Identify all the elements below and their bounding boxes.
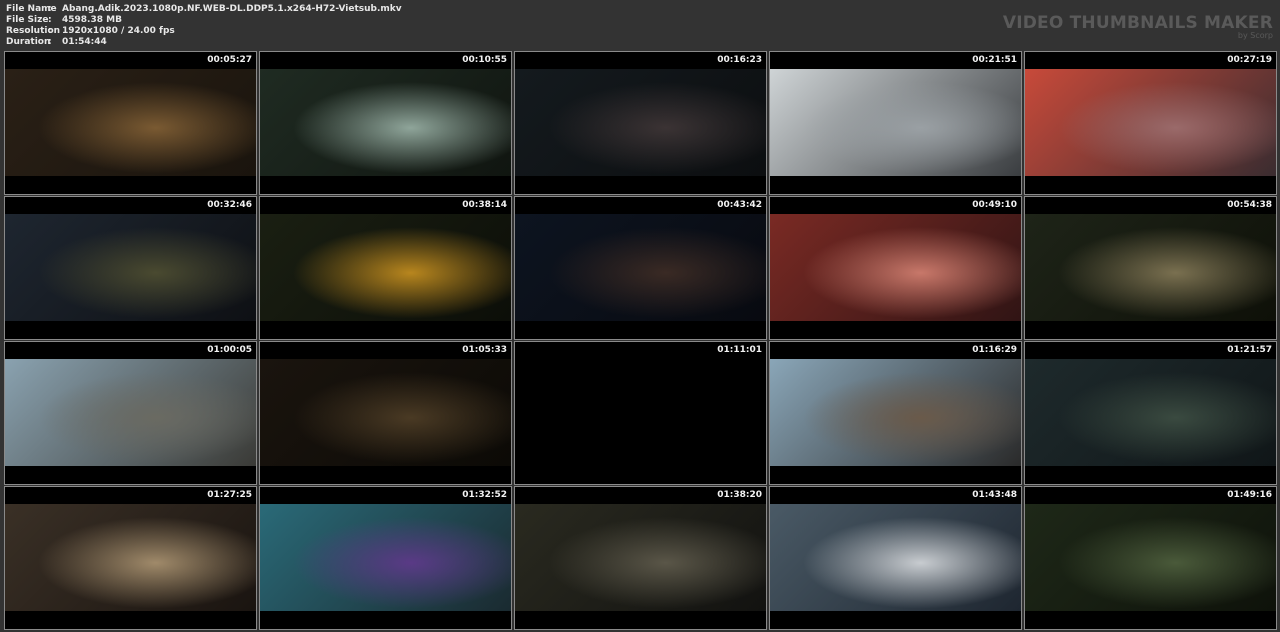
thumbnail-timestamp: 01:32:52 — [462, 490, 507, 500]
file-info-key: Duration — [6, 37, 51, 47]
file-info-row: Resolution:1920x1080 / 24.00 fps — [6, 26, 402, 37]
thumbnail[interactable]: 00:27:19 — [1025, 52, 1276, 194]
thumbnail[interactable]: 00:32:46 — [5, 197, 256, 339]
thumbnail[interactable]: 01:27:25 — [5, 487, 256, 629]
brand-title: VIDEO THUMBNAILS MAKER — [1002, 13, 1273, 33]
thumbnail[interactable]: 01:11:01 — [515, 342, 766, 484]
thumbnail[interactable]: 01:21:57 — [1025, 342, 1276, 484]
thumbnail-frame — [1025, 214, 1276, 321]
thumbnail[interactable]: 01:00:05 — [5, 342, 256, 484]
thumbnail-frame — [515, 69, 766, 176]
thumbnail[interactable]: 01:43:48 — [770, 487, 1021, 629]
thumbnail-frame — [260, 359, 511, 466]
thumbnail[interactable]: 00:21:51 — [770, 52, 1021, 194]
thumbnail[interactable]: 00:16:23 — [515, 52, 766, 194]
thumbnail-frame — [260, 69, 511, 176]
file-info-key: File Name — [6, 4, 57, 14]
file-info-key: File Size — [6, 15, 49, 25]
file-info-separator: : — [48, 4, 52, 14]
thumbnail-frame — [260, 504, 511, 611]
file-info-row: File Name: Abang.Adik.2023.1080p.NF.WEB-D… — [6, 4, 402, 15]
thumbnail-timestamp: 00:43:42 — [717, 200, 762, 210]
thumbnail[interactable]: 00:38:14 — [260, 197, 511, 339]
thumbnail-timestamp: 01:27:25 — [207, 490, 252, 500]
file-info-separator: : — [48, 26, 52, 36]
thumbnail[interactable]: 01:05:33 — [260, 342, 511, 484]
thumbnail[interactable]: 01:38:20 — [515, 487, 766, 629]
thumbnail-timestamp: 01:05:33 — [462, 345, 507, 355]
thumbnail-grid: 00:05:27 00:10:55 00:16:23 00:21:51 00:27:19… — [4, 51, 1277, 629]
thumbnail-timestamp: 00:10:55 — [462, 55, 507, 65]
thumbnail-timestamp: 00:16:23 — [717, 55, 762, 65]
thumbnail-timestamp: 01:11:01 — [717, 345, 762, 355]
file-info-value: 4598.38 MB — [62, 15, 122, 25]
brand-watermark: VIDEO THUMBNAILS MAKER by Scorp — [1003, 13, 1273, 40]
thumbnail[interactable]: 00:10:55 — [260, 52, 511, 194]
thumbnail[interactable]: 00:05:27 — [5, 52, 256, 194]
file-info-value: 1920x1080 / 24.00 fps — [62, 26, 175, 36]
thumbnail-timestamp: 01:49:16 — [1227, 490, 1272, 500]
thumbnail-frame — [1025, 504, 1276, 611]
file-info-value: Abang.Adik.2023.1080p.NF.WEB-DL.DDP5.1.x… — [62, 4, 402, 14]
thumbnail[interactable]: 00:49:10 — [770, 197, 1021, 339]
thumbnail-frame — [5, 359, 256, 466]
file-info-separator: : — [48, 37, 52, 47]
thumbnail-frame — [515, 359, 766, 466]
thumbnail-timestamp: 01:00:05 — [207, 345, 252, 355]
thumbnail-timestamp: 01:21:57 — [1227, 345, 1272, 355]
thumbnail-timestamp: 00:54:38 — [1227, 200, 1272, 210]
thumbnail-timestamp: 00:49:10 — [972, 200, 1017, 210]
thumbnail-frame — [515, 214, 766, 321]
thumbnail-frame — [5, 69, 256, 176]
file-info-key: Resolution — [6, 26, 61, 36]
thumbnail-timestamp: 00:21:51 — [972, 55, 1017, 65]
thumbnail[interactable]: 00:43:42 — [515, 197, 766, 339]
thumbnail-timestamp: 00:27:19 — [1227, 55, 1272, 65]
file-info-row: File Size:4598.38 MB — [6, 15, 402, 26]
thumbnail-frame — [260, 214, 511, 321]
thumbnail-timestamp: 00:38:14 — [462, 200, 507, 210]
thumbnail-frame — [5, 504, 256, 611]
file-info-panel: File Name: Abang.Adik.2023.1080p.NF.WEB-D… — [6, 4, 402, 48]
thumbnail-frame — [1025, 69, 1276, 176]
thumbnail-timestamp: 00:05:27 — [207, 55, 252, 65]
thumbnail[interactable]: 01:16:29 — [770, 342, 1021, 484]
file-info-value: 01:54:44 — [62, 37, 107, 47]
thumbnail-frame — [770, 214, 1021, 321]
thumbnail-frame — [1025, 359, 1276, 466]
thumbnail-frame — [515, 504, 766, 611]
thumbnail-timestamp: 00:32:46 — [207, 200, 252, 210]
file-info-row: Duration:01:54:44 — [6, 37, 402, 48]
thumbnail-timestamp: 01:38:20 — [717, 490, 762, 500]
file-info-separator: : — [48, 15, 52, 25]
thumbnail-timestamp: 01:16:29 — [972, 345, 1017, 355]
thumbnail-frame — [770, 359, 1021, 466]
thumbnail-frame — [5, 214, 256, 321]
thumbnail[interactable]: 01:32:52 — [260, 487, 511, 629]
thumbnail[interactable]: 00:54:38 — [1025, 197, 1276, 339]
thumbnail-frame — [770, 504, 1021, 611]
thumbnail-timestamp: 01:43:48 — [972, 490, 1017, 500]
thumbnail-frame — [770, 69, 1021, 176]
thumbnail[interactable]: 01:49:16 — [1025, 487, 1276, 629]
